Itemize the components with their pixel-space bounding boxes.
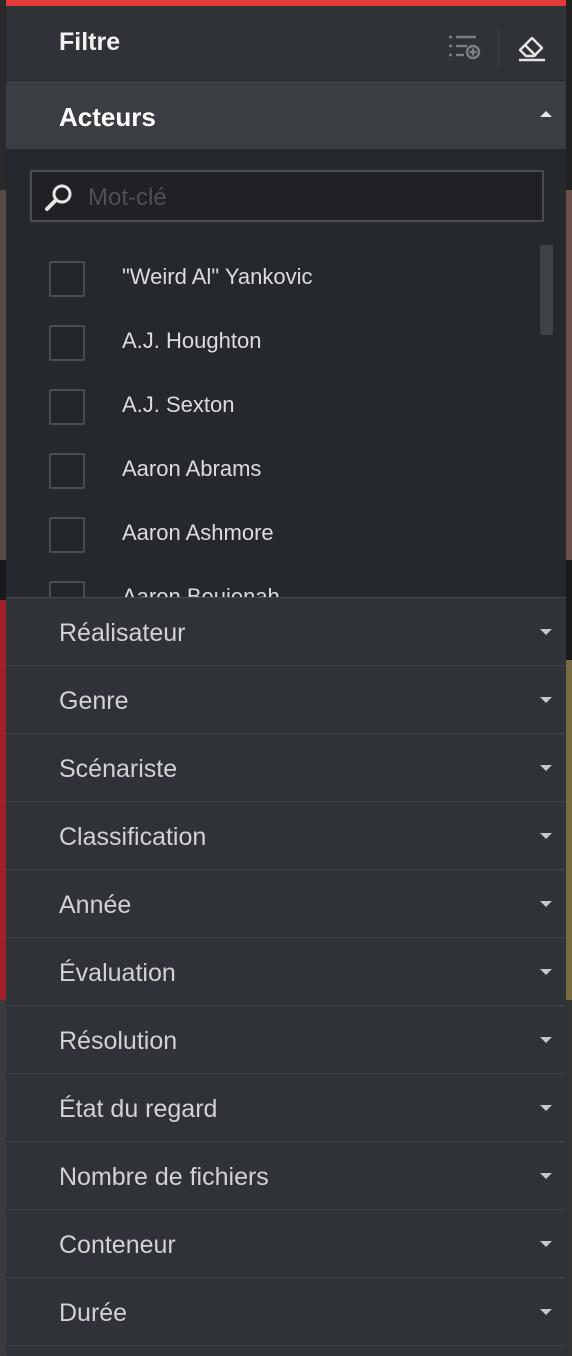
actors-section-header[interactable]: Acteurs <box>6 81 566 149</box>
actor-list-item[interactable]: Aaron Abrams <box>6 437 536 501</box>
actor-name: Aaron Beuienah <box>122 584 280 597</box>
actor-list-item[interactable]: Aaron Beuienah <box>6 565 536 597</box>
actor-list-item[interactable]: Aaron Ashmore <box>6 501 536 565</box>
chevron-down-icon <box>540 1105 552 1111</box>
section-label: État du regard <box>59 1095 218 1123</box>
keyword-search-box[interactable] <box>30 170 544 222</box>
clear-filters-button[interactable] <box>514 30 550 64</box>
section-label: Classification <box>59 823 207 851</box>
filter-sections: Réalisateur Genre Scénariste Classificat… <box>6 597 566 1346</box>
section-conteneur[interactable]: Conteneur <box>6 1210 566 1278</box>
section-label: Résolution <box>59 1027 178 1055</box>
actor-checkbox[interactable] <box>49 453 85 489</box>
section-resolution[interactable]: Résolution <box>6 1006 566 1074</box>
filter-panel: Filtre Acteurs Mot-clé "Weird Al" Yankov… <box>6 0 566 1356</box>
section-evaluation[interactable]: Évaluation <box>6 938 566 1006</box>
list-add-icon <box>449 35 481 60</box>
section-realisateur[interactable]: Réalisateur <box>6 598 566 666</box>
actor-name: A.J. Houghton <box>122 328 262 353</box>
filter-title: Filtre <box>59 28 121 56</box>
section-label: Année <box>59 891 132 919</box>
actor-list-item[interactable]: A.J. Houghton <box>6 309 536 373</box>
actor-checkbox[interactable] <box>49 581 85 597</box>
section-label: Évaluation <box>59 959 176 987</box>
section-label: Scénariste <box>59 755 178 783</box>
section-etat-du-regard[interactable]: État du regard <box>6 1074 566 1142</box>
chevron-down-icon <box>540 629 552 635</box>
chevron-down-icon <box>540 901 552 907</box>
actor-checkbox[interactable] <box>49 517 85 553</box>
chevron-down-icon <box>540 1173 552 1179</box>
chevron-down-icon <box>540 1309 552 1315</box>
chevron-down-icon <box>540 1241 552 1247</box>
section-annee[interactable]: Année <box>6 870 566 938</box>
add-filter-button[interactable] <box>446 30 482 64</box>
chevron-down-icon <box>540 765 552 771</box>
section-duree[interactable]: Durée <box>6 1278 566 1346</box>
keyword-search-input[interactable] <box>86 182 530 214</box>
actor-name: "Weird Al" Yankovic <box>122 264 313 289</box>
actor-name: Aaron Abrams <box>122 456 262 481</box>
section-label: Conteneur <box>59 1231 176 1259</box>
background-right-edge <box>566 0 572 1356</box>
filter-header: Filtre <box>6 6 566 81</box>
actor-list-scrollbar[interactable] <box>540 245 553 335</box>
chevron-down-icon <box>540 969 552 975</box>
section-nombre-de-fichiers[interactable]: Nombre de fichiers <box>6 1142 566 1210</box>
actors-section-label: Acteurs <box>59 102 156 132</box>
actors-section-body: "Weird Al" Yankovic A.J. Houghton A.J. S… <box>6 149 566 597</box>
actor-checkbox[interactable] <box>49 389 85 425</box>
actor-list: "Weird Al" Yankovic A.J. Houghton A.J. S… <box>6 245 536 597</box>
actor-list-item[interactable]: A.J. Sexton <box>6 373 536 437</box>
chevron-down-icon <box>540 697 552 703</box>
section-label: Réalisateur <box>59 619 186 647</box>
actor-checkbox[interactable] <box>49 261 85 297</box>
actor-name: A.J. Sexton <box>122 392 235 417</box>
chevron-down-icon <box>540 1037 552 1043</box>
eraser-icon <box>518 36 545 62</box>
chevron-down-icon <box>540 833 552 839</box>
section-scenariste[interactable]: Scénariste <box>6 734 566 802</box>
actor-name: Aaron Ashmore <box>122 520 274 545</box>
actor-checkbox[interactable] <box>49 325 85 361</box>
chevron-up-icon <box>540 111 552 117</box>
section-classification[interactable]: Classification <box>6 802 566 870</box>
section-label: Nombre de fichiers <box>59 1163 269 1191</box>
search-icon <box>45 184 72 211</box>
actor-list-item[interactable]: "Weird Al" Yankovic <box>6 245 536 309</box>
section-genre[interactable]: Genre <box>6 666 566 734</box>
header-divider <box>498 28 499 68</box>
section-label: Durée <box>59 1299 128 1327</box>
section-label: Genre <box>59 687 129 715</box>
